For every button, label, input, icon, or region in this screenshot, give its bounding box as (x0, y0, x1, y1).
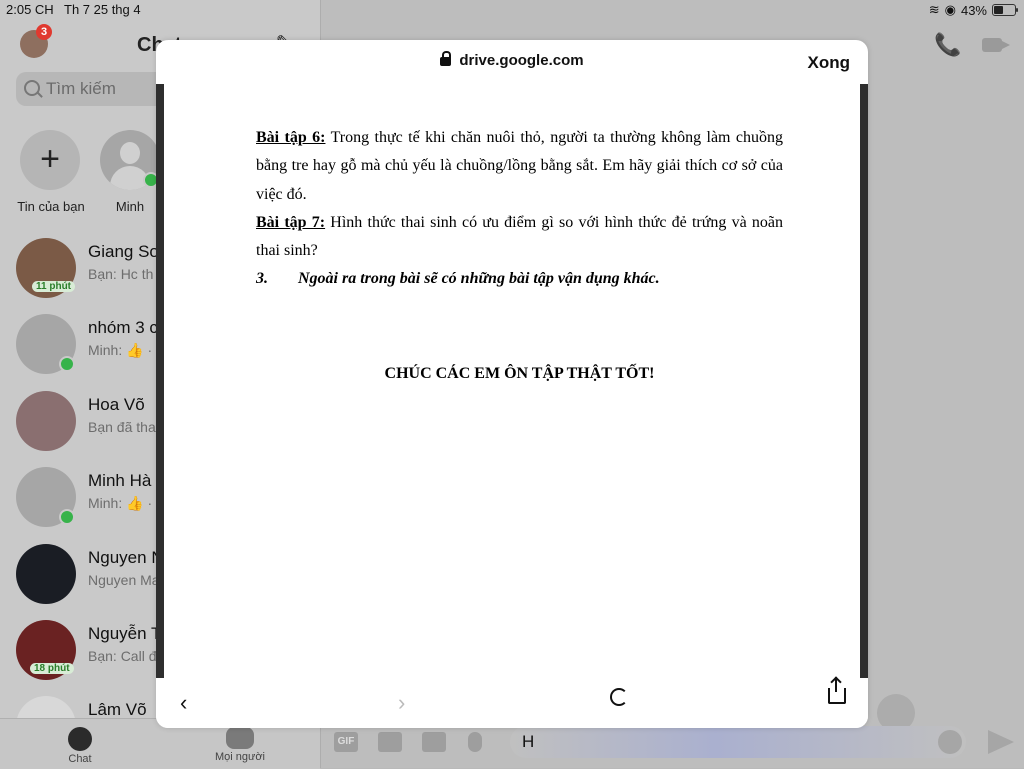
reload-icon[interactable] (610, 688, 628, 706)
exercise-7-label: Bài tập 7: (256, 213, 326, 231)
viewer-header: drive.google.com Xong (156, 40, 868, 84)
nav-chat-label: Chat (68, 753, 92, 765)
nav-chat[interactable]: Chat (40, 727, 120, 765)
conversation-preview: Minh: 👍 · (88, 495, 153, 511)
exercise-6: Bài tập 6: Trong thực tế khi chăn nuôi t… (256, 124, 783, 209)
document-text: Bài tập 6: Trong thực tế khi chăn nuôi t… (256, 124, 783, 382)
conversation-name: Minh Hà (88, 471, 152, 490)
document-page: Bài tập 6: Trong thực tế khi chăn nuôi t… (164, 84, 860, 678)
camera-icon[interactable] (378, 732, 402, 752)
avatar (16, 544, 76, 604)
done-button[interactable]: Xong (808, 53, 851, 73)
url-bar: drive.google.com (156, 51, 868, 69)
gif-icon[interactable]: GIF (334, 732, 358, 752)
status-time: 2:05 CH (6, 2, 54, 17)
exercise-6-label: Bài tập 6: (256, 129, 326, 146)
share-icon[interactable] (828, 678, 846, 704)
story-label-yours: Tin của bạn (17, 199, 85, 214)
time-badge: 11 phút (32, 281, 76, 292)
document-frame[interactable]: Bài tập 6: Trong thực tế khi chăn nuôi t… (156, 84, 868, 678)
add-story-button[interactable]: + (20, 130, 80, 190)
nav-people-label: Mọi người (214, 751, 266, 763)
item-3: 3. Ngoài ra trong bài sẽ có những bài tập… (256, 265, 783, 293)
closing-message: CHÚC CÁC EM ÔN TẬP THẬT TỐT! (384, 365, 655, 382)
rotation-lock-icon: ◉ (944, 2, 956, 17)
battery-percent: 43% (960, 2, 987, 18)
conversation-name: Hoa Võ (88, 395, 145, 414)
video-call-icon[interactable] (982, 38, 1010, 52)
item-3-number: 3. (256, 270, 268, 288)
url-text: drive.google.com (459, 52, 584, 69)
avatar-placeholder-head (120, 142, 140, 164)
lock-icon (440, 51, 452, 66)
battery-fill (994, 6, 1003, 14)
viewer-toolbar: ‹ › (156, 678, 868, 728)
online-indicator (59, 509, 75, 525)
search-placeholder: Tìm kiếm (46, 79, 116, 98)
item-3-text: Ngoài ra trong bài sẽ có những bài tập v… (298, 270, 660, 288)
forward-icon[interactable]: › (398, 690, 405, 716)
conversation-preview: Bạn: Hc th (88, 266, 154, 282)
conversation-preview: Bạn đã tha (88, 419, 156, 435)
exercise-7: Bài tập 7: Hình thức thai sinh có ưu điể… (256, 209, 783, 266)
conversation-preview: Nguyen Ma (88, 572, 160, 588)
wifi-icon: ≋ (928, 2, 940, 17)
conversation-name: Giang So (88, 242, 159, 261)
status-date: Th 7 25 thg 4 (64, 2, 141, 17)
messenger-app: 2:05 CH Th 7 25 thg 4 ≋ ◉ 43% 3 Chat ✎ T… (0, 0, 1024, 769)
microphone-icon[interactable] (468, 732, 482, 752)
conversation-name: nhóm 3 c (88, 318, 158, 337)
conversation-name: Lâm Võ (88, 700, 147, 718)
conversation-name: Nguyễn T (88, 624, 162, 643)
battery-icon (992, 4, 1018, 16)
online-indicator (59, 356, 75, 372)
gallery-icon[interactable] (422, 732, 446, 752)
message-input[interactable]: H (510, 726, 966, 758)
search-icon (24, 80, 40, 96)
story-label-minh: Minh (115, 199, 145, 214)
avatar (16, 391, 76, 451)
conversation-name: Nguyen N (88, 548, 164, 567)
send-icon[interactable] (988, 730, 1014, 754)
nav-people[interactable]: Mọi người (200, 727, 280, 763)
message-input-text: H (522, 732, 535, 751)
conversation-preview: Minh: 👍 · (88, 342, 153, 358)
avatar (16, 696, 76, 718)
emoji-icon[interactable] (938, 730, 962, 754)
status-bar: 2:05 CH Th 7 25 thg 4 ≋ ◉ 43% (0, 0, 1024, 20)
conversation-preview: Bạn: Call đ (88, 648, 157, 664)
back-icon[interactable]: ‹ (180, 690, 187, 716)
chat-bubble-icon (68, 727, 92, 751)
time-badge: 18 phút (30, 663, 74, 674)
people-icon (226, 727, 254, 749)
drive-viewer-modal: drive.google.com Xong Bài tập 6: Trong t… (156, 40, 868, 728)
phone-call-icon[interactable]: 📞 (934, 32, 961, 58)
exercise-6-text: Trong thực tế khi chăn nuôi thỏ, người t… (256, 129, 783, 203)
exercise-7-text: Hình thức thai sinh có ưu điểm gì so với… (256, 213, 784, 260)
notification-badge: 3 (36, 24, 52, 40)
status-right: ≋ ◉ 43% (928, 2, 1018, 18)
